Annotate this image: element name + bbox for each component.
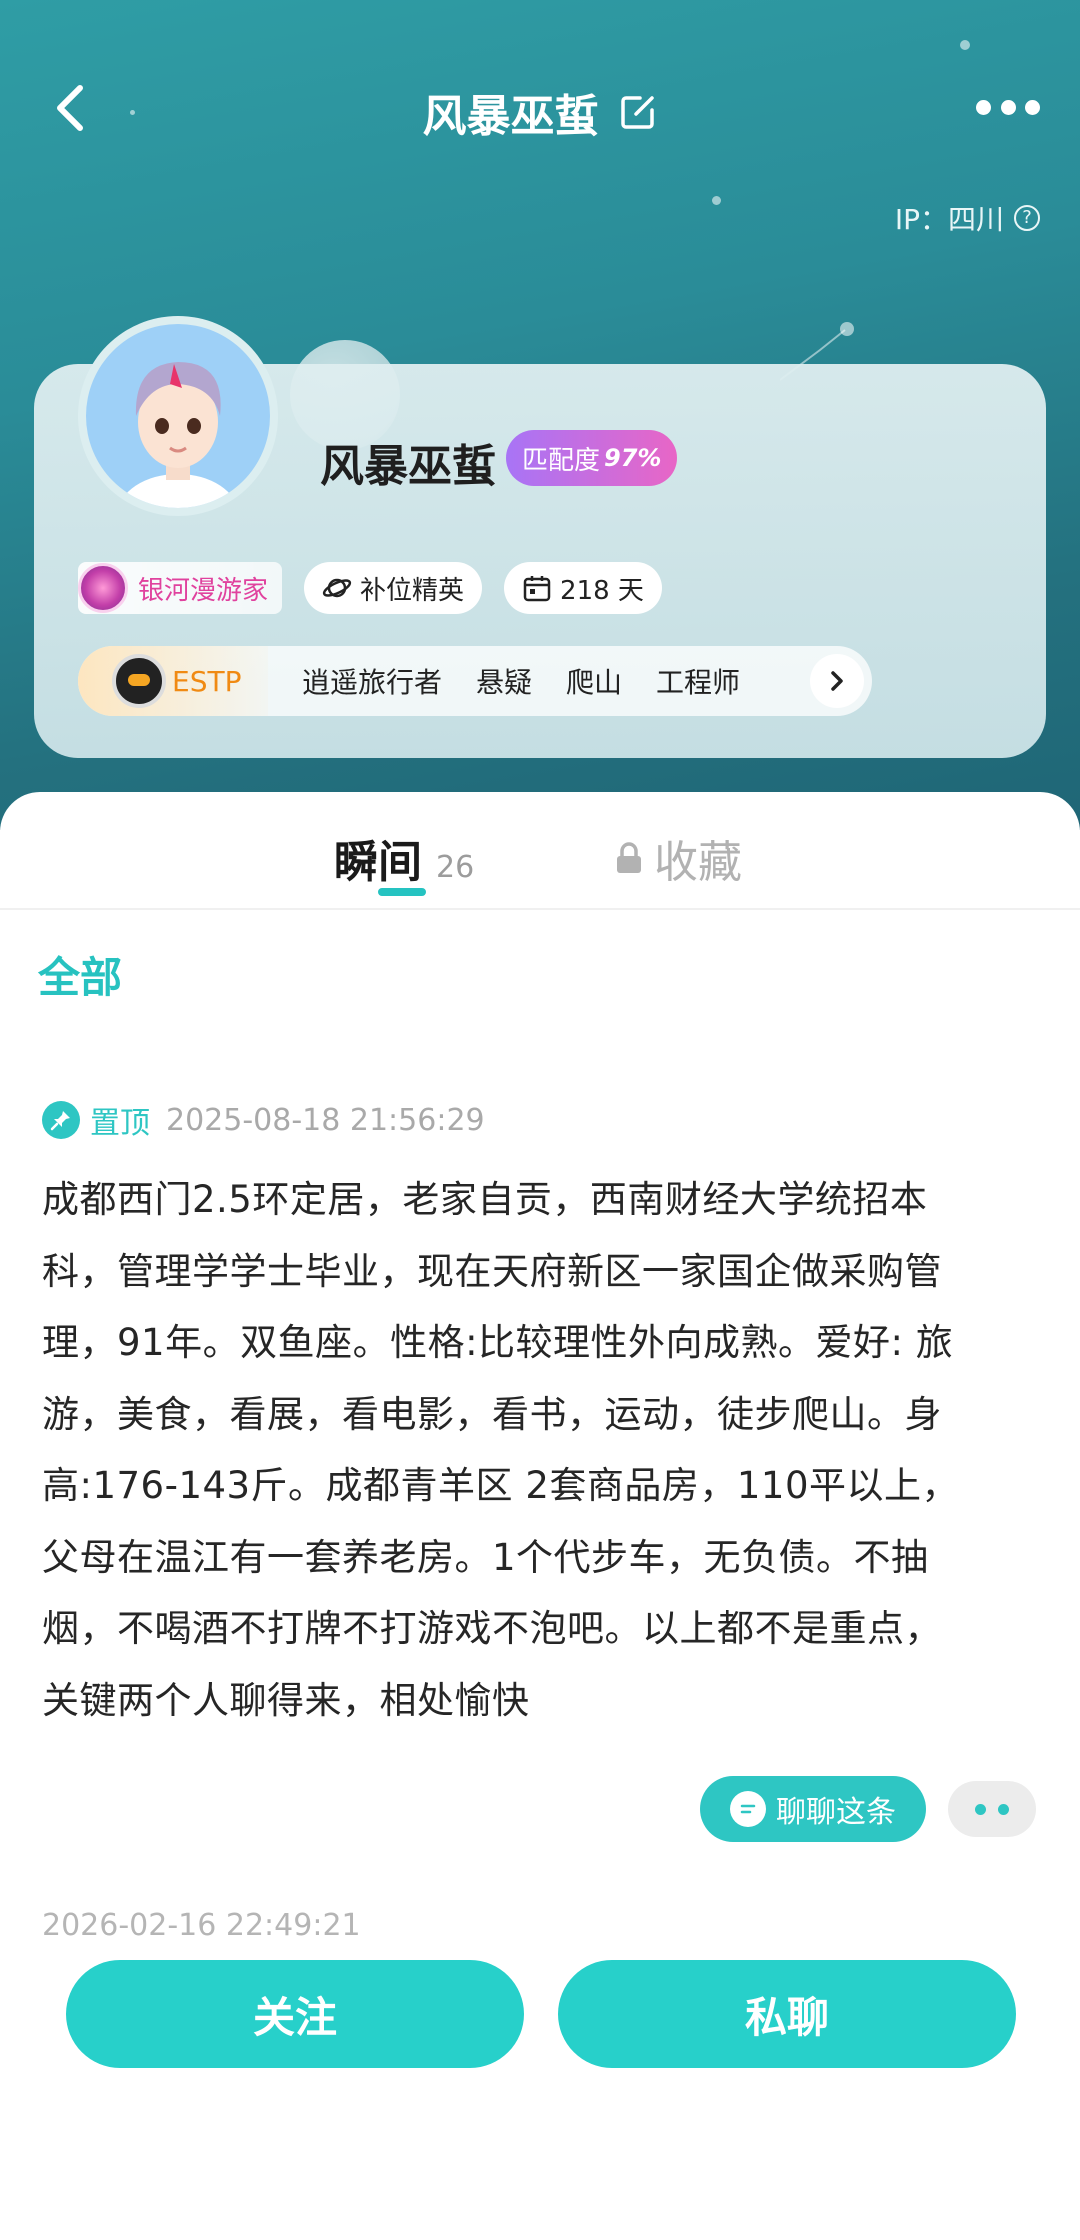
post-text-line: 高:176-143斤。成都青羊区 2套商品房，110平以上， bbox=[42, 1464, 959, 1507]
planet-icon bbox=[322, 578, 352, 598]
astronaut-icon bbox=[112, 654, 166, 708]
match-label: 匹配度 bbox=[522, 445, 601, 476]
dot-icon bbox=[976, 99, 991, 115]
match-score-badge[interactable]: 匹配度 97% bbox=[506, 430, 678, 486]
tab-moments[interactable]: 瞬间 26 bbox=[334, 826, 474, 890]
badge-label: 补位精英 bbox=[360, 575, 465, 606]
more-options-button[interactable] bbox=[976, 94, 1040, 120]
badge-pill[interactable]: 补位精英 bbox=[304, 562, 483, 614]
help-icon[interactable]: ? bbox=[1014, 205, 1040, 231]
star-decoration bbox=[960, 40, 970, 50]
post-text-line: 父母在温江有一套养老房。1个代步车，无负债。不抽 bbox=[42, 1535, 929, 1579]
post-text-line: 成都西门2.5环定居，老家自贡，西南财经大学统招本 bbox=[42, 1178, 928, 1221]
calendar-icon bbox=[523, 576, 551, 602]
match-value: 97% bbox=[604, 444, 662, 472]
chat-bubble-icon bbox=[730, 1791, 766, 1827]
interest-tag[interactable]: 工程师 bbox=[656, 661, 740, 701]
private-chat-button[interactable]: 私聊 bbox=[558, 1960, 1016, 2068]
interest-tag[interactable]: 逍遥旅行者 bbox=[302, 661, 442, 701]
post-text: 成都西门2.5环定居，老家自贡，西南财经大学统招本 科，管理学学士毕业，现在天府… bbox=[42, 1164, 1042, 1736]
days-pill: 218 天 bbox=[504, 562, 662, 614]
chat-about-post-button[interactable]: 聊聊这条 bbox=[700, 1776, 926, 1842]
post-timestamp: 2025-08-18 21:56:29 bbox=[166, 1102, 485, 1138]
lock-icon bbox=[617, 842, 641, 873]
title-area: 风暴巫蜇 bbox=[0, 80, 1080, 144]
tab-favorites[interactable]: 收藏 bbox=[614, 826, 742, 890]
post-text-line: 游，美食，看展，看电影，看书，运动，徒步爬山。身 bbox=[42, 1392, 942, 1436]
chat-about-post-label: 聊聊这条 bbox=[776, 1795, 896, 1830]
ip-location: IP：四川 ? bbox=[895, 198, 1040, 238]
avatar bbox=[86, 324, 270, 508]
profile-nickname: 风暴巫蜇 bbox=[320, 441, 496, 492]
avatar-frame[interactable] bbox=[78, 316, 278, 516]
star-decoration bbox=[712, 196, 721, 205]
post-more-button[interactable] bbox=[948, 1781, 1036, 1837]
mbti-tag[interactable]: ESTP bbox=[78, 646, 268, 716]
dot-icon bbox=[975, 1803, 986, 1815]
tab-favorites-label: 收藏 bbox=[654, 837, 742, 888]
level-tag[interactable]: 银河漫游家 bbox=[78, 562, 283, 614]
edit-icon[interactable] bbox=[618, 92, 658, 132]
galaxy-icon bbox=[78, 563, 128, 613]
level-tag-label: 银河漫游家 bbox=[138, 575, 269, 606]
dot-icon bbox=[1025, 99, 1040, 115]
interest-bar: ESTP 逍遥旅行者 悬疑 爬山 工程师 bbox=[78, 646, 872, 716]
filter-all[interactable]: 全部 bbox=[38, 944, 122, 1005]
post-actions: 聊聊这条 bbox=[700, 1776, 1036, 1842]
profile-tags: 银河漫游家 补位精英 218 天 bbox=[78, 562, 662, 614]
post-text-line: 烟，不喝酒不打牌不打游戏不泡吧。以上都不是重点， bbox=[42, 1607, 942, 1650]
tab-moments-count: 26 bbox=[436, 850, 475, 885]
dot-icon bbox=[998, 1803, 1009, 1815]
post-text-line: 科，管理学学士毕业，现在天府新区一家国企做采购管 bbox=[42, 1249, 942, 1293]
top-bar: 风暴巫蜇 bbox=[0, 60, 1080, 156]
post-text-line: 理，91年。双鱼座。性格:比较理性外向成熟。爱好: 旅 bbox=[42, 1321, 954, 1364]
interests-expand-button[interactable] bbox=[810, 654, 864, 708]
mbti-label: ESTP bbox=[172, 664, 242, 698]
ip-label: IP：四川 bbox=[894, 203, 1004, 236]
dot-icon bbox=[1000, 99, 1016, 115]
tab-bar: 瞬间 26 收藏 bbox=[0, 792, 1080, 910]
interest-tag[interactable]: 悬疑 bbox=[476, 661, 532, 701]
page-title: 风暴巫蜇 bbox=[422, 91, 599, 142]
tab-moments-label: 瞬间 bbox=[334, 837, 422, 888]
follow-button[interactable]: 关注 bbox=[66, 1960, 524, 2068]
tab-active-indicator bbox=[378, 888, 426, 896]
pin-icon bbox=[42, 1101, 80, 1139]
chevron-right-icon bbox=[831, 671, 843, 691]
interest-tag[interactable]: 爬山 bbox=[566, 661, 622, 701]
next-post-timestamp: 2026-02-16 22:49:21 bbox=[42, 1908, 361, 1938]
post-text-line: 关键两个人聊得来，相处愉快 bbox=[42, 1678, 530, 1722]
days-label: 218 天 bbox=[560, 575, 644, 606]
pinned-label: 置顶 bbox=[90, 1106, 150, 1141]
post-meta: 置顶 2025-08-18 21:56:29 bbox=[42, 1098, 485, 1142]
